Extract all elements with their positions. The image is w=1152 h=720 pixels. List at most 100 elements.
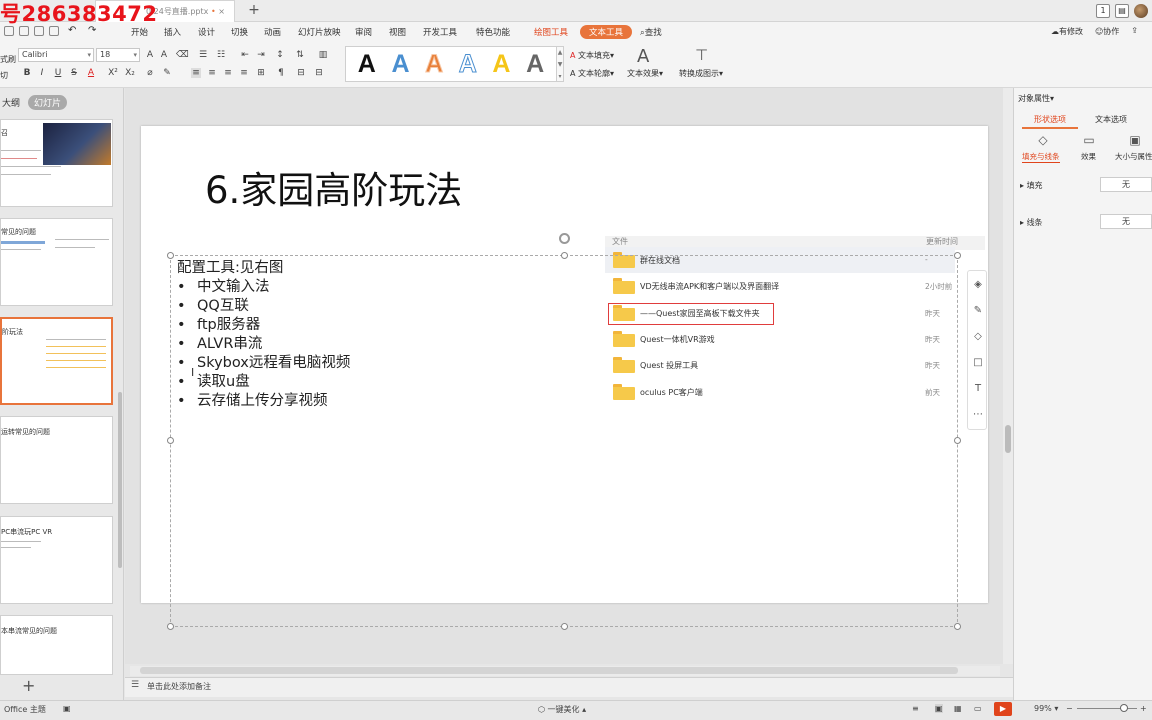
rotate-handle[interactable]	[559, 233, 570, 244]
menu-developer[interactable]: 开发工具	[423, 26, 457, 38]
menu-animation[interactable]: 动画	[264, 26, 281, 38]
fill-line-icon[interactable]: ◇	[1036, 133, 1050, 147]
outdent-icon[interactable]: ⇤	[240, 50, 250, 60]
slide-title[interactable]: 6.家园高阶玩法	[205, 168, 462, 214]
zoom-slider-knob[interactable]	[1120, 704, 1128, 712]
slide-thumb-2[interactable]: 常见的问题	[0, 218, 113, 306]
direction-icon[interactable]: ⇅	[295, 50, 305, 60]
eraser-icon[interactable]: ⌀	[145, 68, 155, 78]
format-painter-label[interactable]: 式刷	[0, 54, 16, 65]
panel-title[interactable]: 对象属性▾	[1018, 93, 1054, 104]
wordart-style-1[interactable]: A	[358, 50, 376, 78]
line-value[interactable]: 无	[1100, 214, 1152, 229]
print-icon[interactable]	[34, 26, 44, 36]
subtab-size[interactable]: 大小与属性	[1115, 151, 1152, 162]
wordart-style-5[interactable]: A	[492, 50, 510, 78]
shrink-font-icon[interactable]: A	[159, 50, 169, 60]
menu-review[interactable]: 审阅	[355, 26, 372, 38]
slide-thumb-6[interactable]: 本串流常见的问题	[0, 615, 113, 675]
underline-button[interactable]: U	[53, 68, 63, 78]
resize-handle[interactable]	[954, 252, 961, 259]
convert-diagram-icon[interactable]: ⊤	[695, 46, 708, 64]
subtab-fill-line[interactable]: 填充与线条	[1022, 151, 1060, 163]
layers-icon[interactable]: ◈	[972, 279, 984, 291]
text-columns-icon[interactable]: ⊟	[314, 68, 324, 78]
font-name-select[interactable]: Calibri	[18, 48, 94, 62]
highlight-icon[interactable]: ✎	[162, 68, 172, 78]
wordart-style-3[interactable]: A	[425, 50, 444, 79]
theme-name[interactable]: Office 主题	[4, 704, 46, 715]
menu-transition[interactable]: 切换	[231, 26, 248, 38]
new-tab-button[interactable]: +	[246, 0, 262, 22]
subscript-button[interactable]: X₂	[125, 68, 135, 78]
canvas-horizontal-scroll-thumb[interactable]	[140, 667, 958, 674]
wordart-style-6[interactable]: A	[526, 50, 544, 78]
clear-format-icon[interactable]: ⌫	[176, 50, 189, 60]
wordart-style-4[interactable]: A	[458, 50, 477, 79]
convert-diagram-button[interactable]: 转换成图示▾	[679, 68, 723, 79]
resize-handle[interactable]	[167, 437, 174, 444]
menu-slideshow[interactable]: 幻灯片放映	[298, 26, 341, 38]
text-effect-button[interactable]: 文本效果▾	[627, 68, 663, 79]
zoom-out-button[interactable]: −	[1066, 704, 1073, 713]
font-color-button[interactable]: A	[86, 68, 96, 78]
close-tab-icon[interactable]: ×	[218, 7, 225, 16]
page-count-badge[interactable]: 1	[1096, 4, 1110, 18]
add-slide-button[interactable]: +	[22, 676, 35, 695]
slide-thumb-5[interactable]: PC串流玩PC VR	[0, 516, 113, 604]
preview-icon[interactable]	[49, 26, 59, 36]
italic-button[interactable]: I	[37, 68, 47, 78]
grow-font-icon[interactable]: A	[145, 50, 155, 60]
resize-handle[interactable]	[167, 623, 174, 630]
beautify-button[interactable]: ⬡ 一键美化 ▴	[538, 704, 586, 715]
text-fill-button[interactable]: A 文本填充▾	[570, 50, 614, 61]
menu-home[interactable]: 开始	[131, 26, 148, 38]
tab-outline[interactable]: 大纲	[2, 96, 20, 109]
normal-view-icon[interactable]: ▣	[935, 704, 943, 713]
notes-pane[interactable]	[125, 677, 1013, 697]
thumbnail-scrollbar[interactable]	[118, 392, 122, 568]
paragraph-spacing-icon[interactable]: ¶	[276, 68, 286, 78]
menu-text-tools[interactable]: 文本工具	[580, 25, 633, 39]
menu-draw-tools[interactable]: 绘图工具	[534, 26, 568, 38]
canvas-vertical-scrollbar[interactable]	[1003, 88, 1013, 664]
bullets-icon[interactable]: ☰	[198, 50, 208, 60]
resize-handle[interactable]	[954, 623, 961, 630]
slide-thumb-3[interactable]: 阶玩法	[0, 317, 113, 405]
save-icon[interactable]	[4, 26, 14, 36]
slide-thumb-4[interactable]: 运转常见的问题	[0, 416, 113, 504]
play-slideshow-button[interactable]: ▶	[994, 702, 1012, 716]
subtab-effect[interactable]: 效果	[1081, 151, 1096, 162]
menu-insert[interactable]: 插入	[164, 26, 181, 38]
slide-body-text[interactable]: 配置工具:见右图 中文输入法 QQ互联 ftp服务器 ALVR串流 Skybox…	[177, 259, 350, 411]
border-icon[interactable]: □	[972, 357, 984, 369]
columns-icon[interactable]: ▥	[318, 50, 328, 60]
undo-icon[interactable]: ↶	[68, 25, 76, 36]
superscript-button[interactable]: X²	[108, 68, 118, 78]
fill-value[interactable]: 无	[1100, 177, 1152, 192]
text-outline-button[interactable]: A 文本轮廓▾	[570, 68, 614, 79]
bold-button[interactable]: B	[22, 68, 32, 78]
justify-icon[interactable]: ≡	[239, 68, 249, 78]
resize-handle[interactable]	[167, 252, 174, 259]
tab-shape-options[interactable]: 形状选项	[1034, 114, 1066, 125]
effect-icon[interactable]: ▭	[1082, 133, 1096, 147]
redo-icon[interactable]: ↷	[88, 25, 96, 36]
tab-text-options[interactable]: 文本选项	[1095, 114, 1127, 125]
menu-view[interactable]: 视图	[389, 26, 406, 38]
sorter-view-icon[interactable]: ▦	[954, 704, 962, 713]
collaborate-button[interactable]: ☺协作	[1095, 26, 1119, 37]
font-size-select[interactable]: 18	[96, 48, 140, 62]
tab-slides[interactable]: 幻灯片	[28, 95, 68, 110]
distribute-icon[interactable]: ⊞	[256, 68, 266, 78]
size-property-icon[interactable]: ▣	[1128, 133, 1142, 147]
text-effect-icon[interactable]: A	[637, 46, 649, 67]
export-icon[interactable]	[19, 26, 29, 36]
fill-bucket-icon[interactable]: ◇	[972, 331, 984, 343]
cut-label[interactable]: 切	[0, 70, 8, 81]
line-section[interactable]: ▸ 线条	[1020, 217, 1043, 228]
canvas-vertical-scroll-thumb[interactable]	[1005, 425, 1011, 453]
search-button[interactable]: ⌕查找	[640, 26, 662, 38]
indent-icon[interactable]: ⇥	[256, 50, 266, 60]
spell-check-icon[interactable]: ▣	[63, 704, 71, 713]
